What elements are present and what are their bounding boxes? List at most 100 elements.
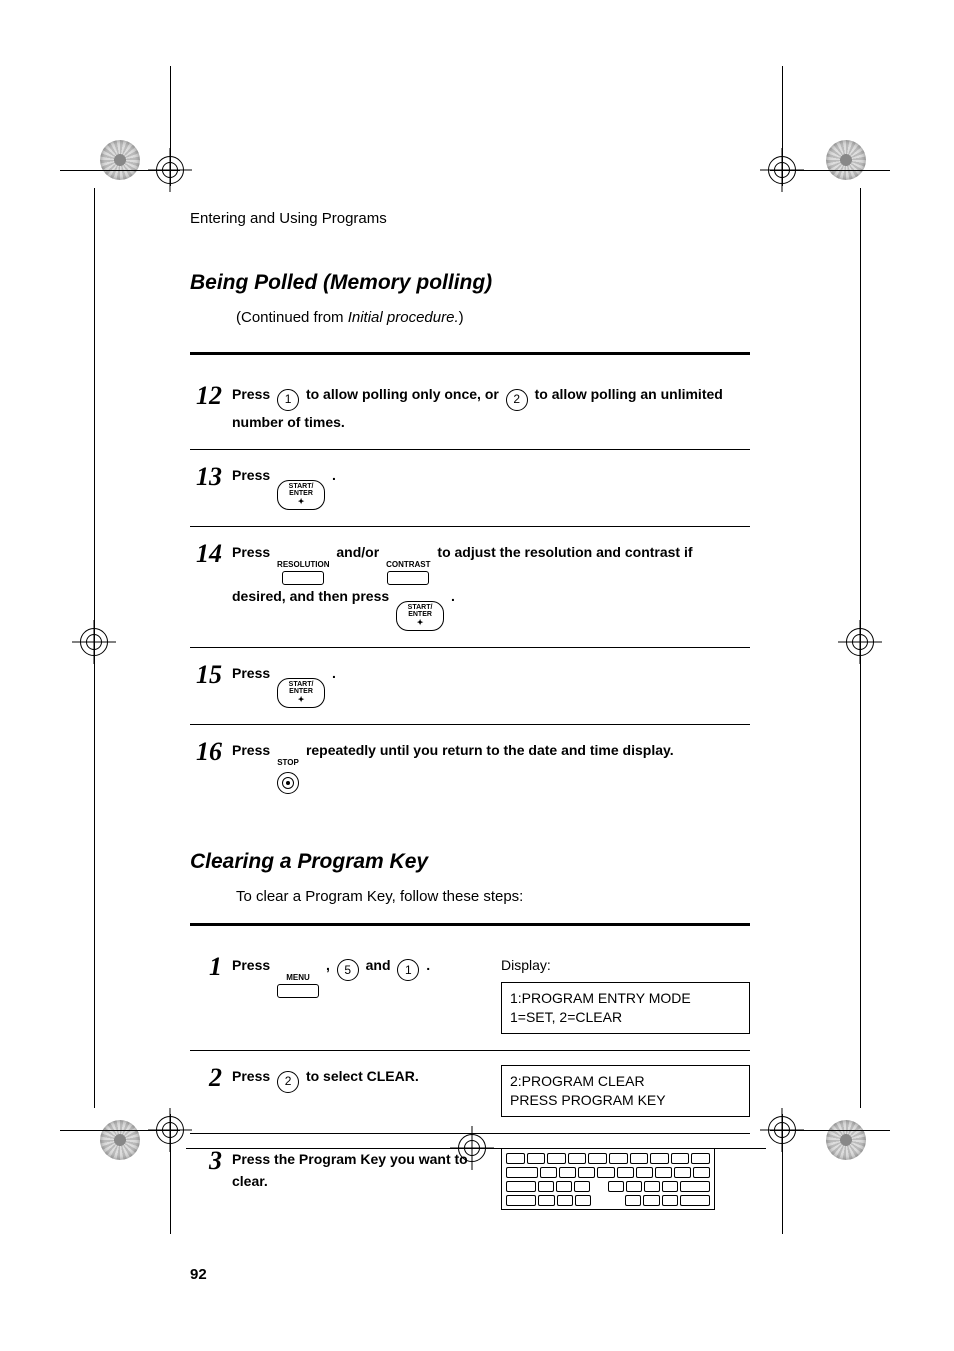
text: Press — [232, 957, 274, 973]
step-15: 15 Press START/ ENTER ✦ . — [190, 648, 750, 725]
step-body: Press START/ ENTER ✦ . — [232, 662, 750, 708]
step-body: Press the Program Key you want to clear. — [232, 1148, 750, 1210]
page-content: Entering and Using Programs Being Polled… — [190, 210, 750, 1283]
key-label-top: START/ — [408, 604, 433, 611]
step-number: 2 — [190, 1065, 232, 1091]
registration-mark — [100, 140, 140, 180]
text: . — [332, 467, 336, 483]
step-body: Press START/ ENTER ✦ . — [232, 464, 750, 510]
step-instruction: Press the Program Key you want to clear. — [232, 1148, 481, 1193]
step-3: 3 Press the Program Key you want to clea… — [190, 1134, 750, 1226]
step-number: 15 — [190, 662, 232, 688]
continued-ital: Initial procedure. — [348, 309, 459, 326]
step-body: Press MENU , 5 and 1 . Display: — [232, 954, 750, 1034]
clock-icon: ✦ — [417, 619, 424, 627]
text: Press — [232, 467, 274, 483]
key-5-icon: 5 — [337, 959, 359, 981]
crop-line — [60, 1130, 180, 1131]
key-2-icon: 2 — [277, 1071, 299, 1093]
step-display: Display: 1:PROGRAM ENTRY MODE 1=SET, 2=C… — [501, 954, 750, 1034]
step-13: 13 Press START/ ENTER ✦ . — [190, 450, 750, 527]
step-1: 1 Press MENU , 5 and 1 . — [190, 940, 750, 1051]
key-label-bot: ENTER — [408, 611, 432, 618]
step-14: 14 Press RESOLUTION and/or CONTRAST to a… — [190, 527, 750, 648]
continued-prefix: (Continued from — [236, 309, 348, 326]
rule — [190, 923, 750, 926]
step-number: 14 — [190, 541, 232, 567]
display-line-1: 2:PROGRAM CLEAR — [510, 1072, 741, 1091]
key-label: CONTRAST — [386, 561, 430, 569]
key-label: STOP — [277, 757, 299, 770]
text: Press — [232, 386, 274, 402]
contrast-key-icon: CONTRAST — [386, 561, 430, 585]
display-box: 1:PROGRAM ENTRY MODE 1=SET, 2=CLEAR — [501, 982, 750, 1034]
start-enter-key-icon: START/ ENTER ✦ — [277, 678, 325, 708]
key-label-top: START/ — [289, 681, 314, 688]
step-number: 1 — [190, 954, 232, 980]
menu-key-icon: MENU — [277, 974, 319, 998]
key-1-icon: 1 — [397, 959, 419, 981]
text: to allow polling only once, or — [306, 386, 503, 402]
section-intro: To clear a Program Key, follow these ste… — [236, 888, 750, 905]
crop-line — [770, 1130, 890, 1131]
crop-line — [770, 170, 890, 171]
key-shape — [277, 984, 319, 998]
display-label: Display: — [501, 954, 750, 976]
stop-key-icon: STOP — [277, 757, 299, 794]
text: Press the Program Key you want to clear. — [232, 1151, 468, 1189]
text: , — [326, 957, 334, 973]
step-12: 12 Press 1 to allow polling only once, o… — [190, 369, 750, 450]
clock-icon: ✦ — [298, 498, 305, 506]
key-1-icon: 1 — [277, 389, 299, 411]
display-line-1: 1:PROGRAM ENTRY MODE — [510, 989, 741, 1008]
step-number: 16 — [190, 739, 232, 765]
step-instruction: Press MENU , 5 and 1 . — [232, 954, 481, 998]
section-title-clearing: Clearing a Program Key — [190, 850, 750, 874]
crop-line — [170, 1114, 171, 1234]
registration-mark — [826, 140, 866, 180]
page-number: 92 — [190, 1266, 750, 1283]
text: Press — [232, 1068, 274, 1084]
continued-note: (Continued from Initial procedure.) — [236, 309, 750, 326]
text: . — [426, 957, 430, 973]
display-line-2: 1=SET, 2=CLEAR — [510, 1008, 741, 1027]
section-title-being-polled: Being Polled (Memory polling) — [190, 271, 750, 295]
registration-mark — [100, 1120, 140, 1160]
crop-line — [60, 170, 180, 171]
text: Press — [232, 742, 274, 758]
key-label: MENU — [286, 974, 310, 982]
text: Press — [232, 544, 274, 560]
step-instruction: Press 2 to select CLEAR. — [232, 1065, 481, 1093]
crop-line — [170, 66, 171, 186]
key-shape — [387, 571, 429, 585]
key-shape — [282, 571, 324, 585]
steps-list-1: 12 Press 1 to allow polling only once, o… — [190, 369, 750, 810]
text: and/or — [336, 544, 383, 560]
start-enter-key-icon: START/ ENTER ✦ — [396, 601, 444, 631]
step-number: 12 — [190, 383, 232, 409]
running-head: Entering and Using Programs — [190, 210, 750, 227]
step-body: Press STOP repeatedly until you return t… — [232, 739, 750, 794]
key-label-bot: ENTER — [289, 688, 313, 695]
continued-suffix: ) — [459, 309, 464, 326]
key-label: RESOLUTION — [277, 561, 329, 569]
step-display — [501, 1148, 750, 1210]
crop-line — [94, 188, 95, 1108]
key-2-icon: 2 — [506, 389, 528, 411]
step-body: Press RESOLUTION and/or CONTRAST to adju… — [232, 541, 750, 631]
crop-line — [860, 188, 861, 1108]
steps-list-2: 1 Press MENU , 5 and 1 . — [190, 940, 750, 1226]
clock-icon: ✦ — [298, 696, 305, 704]
crop-line — [782, 1114, 783, 1234]
key-label-top: START/ — [289, 483, 314, 490]
step-display: 2:PROGRAM CLEAR PRESS PROGRAM KEY — [501, 1065, 750, 1117]
step-number: 3 — [190, 1148, 232, 1174]
step-body: Press 2 to select CLEAR. 2:PROGRAM CLEAR… — [232, 1065, 750, 1117]
rule — [190, 352, 750, 355]
resolution-key-icon: RESOLUTION — [277, 561, 329, 585]
start-enter-key-icon: START/ ENTER ✦ — [277, 480, 325, 510]
keyboard-diagram-icon — [501, 1148, 715, 1210]
text: . — [332, 665, 336, 681]
text: to select CLEAR. — [306, 1068, 419, 1084]
display-line-2: PRESS PROGRAM KEY — [510, 1091, 741, 1110]
